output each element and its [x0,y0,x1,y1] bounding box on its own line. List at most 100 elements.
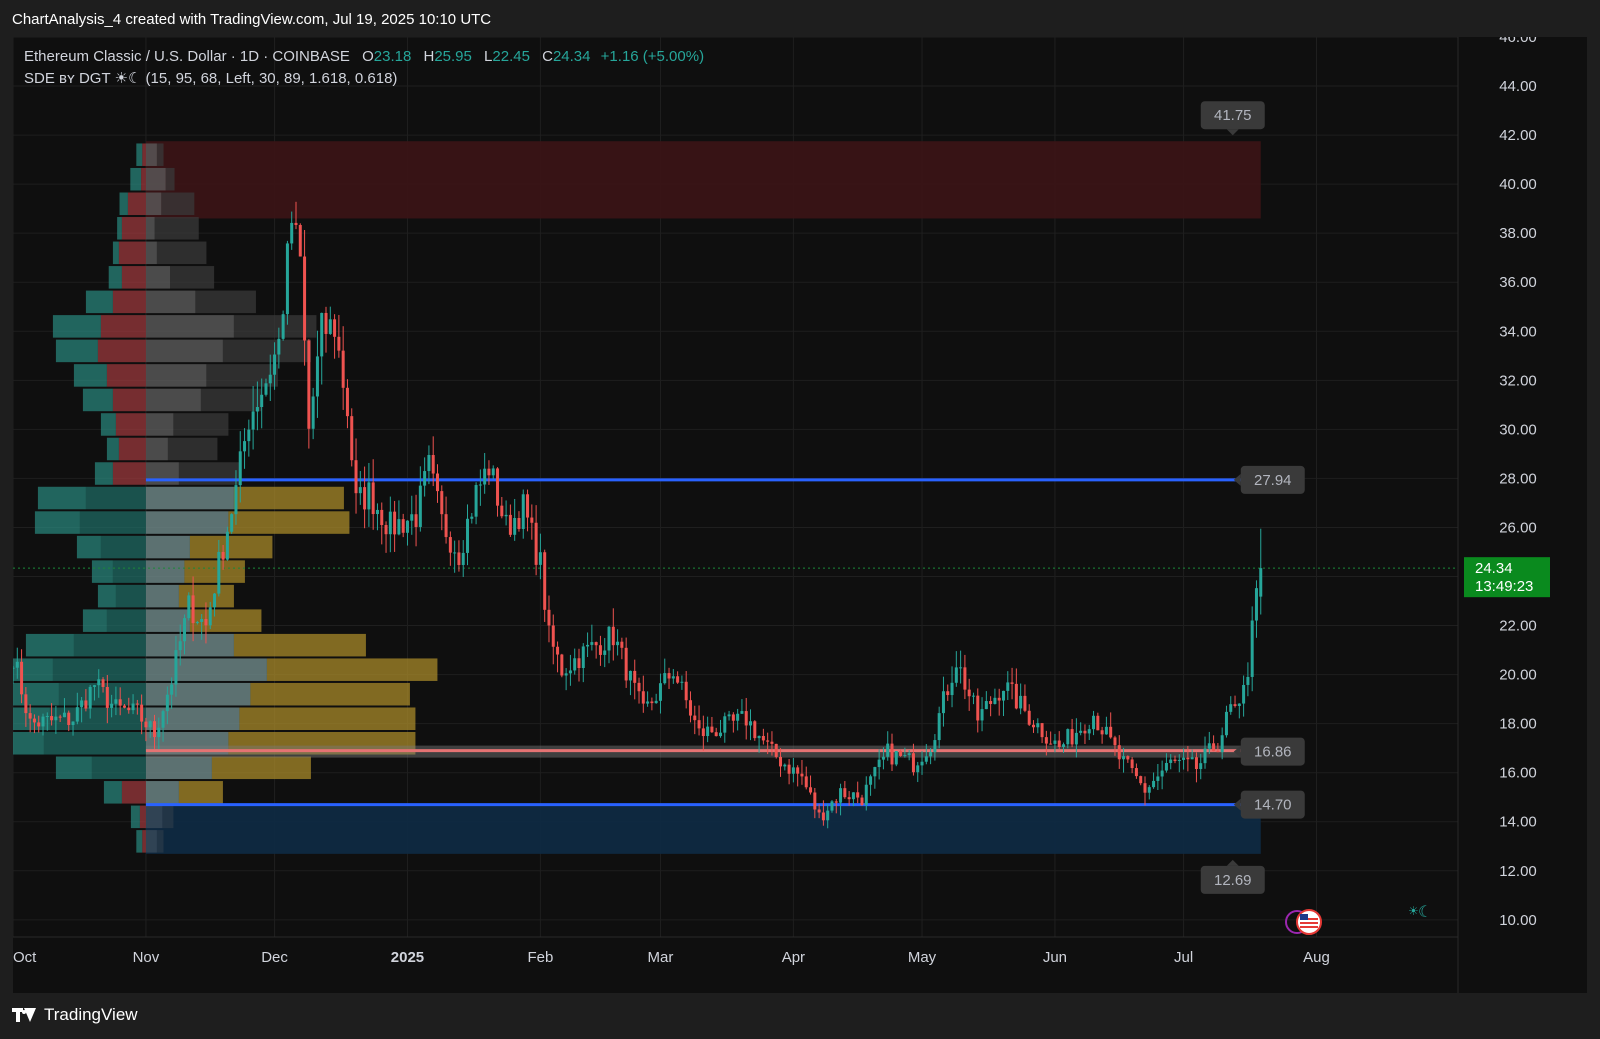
indicator-label[interactable]: SDE ʙʏ DGT ☀☾ (15, 95, 68, Left, 30, 89,… [24,70,397,87]
candle-body [513,518,517,535]
symbol-label[interactable]: Ethereum Classic / U.S. Dollar · 1D · CO… [24,48,350,65]
profile-left-down [79,511,146,534]
candle-body [1079,730,1083,733]
candle [405,520,409,546]
candle [894,750,898,767]
candle [500,496,504,519]
profile-bar-down [178,781,223,804]
candle [980,697,984,732]
candle [1040,722,1044,744]
candle-body [753,721,757,739]
candle-body [1246,676,1250,685]
candle [247,419,251,457]
candle-body [620,641,624,648]
current-price-badge[interactable]: 24.3413:49:23 [1464,557,1550,598]
candle [491,465,495,480]
close-value: 24.34 [552,48,591,65]
y-tick-label: 20.00 [1499,667,1537,684]
profile-left-down [43,732,146,755]
candle [654,693,658,704]
profile-left-down [100,535,146,559]
candle [736,708,740,731]
x-tick-label: Apr [782,949,805,966]
candle [809,775,813,795]
candle-body [984,701,988,710]
candle-body [375,509,379,515]
candle-body [916,765,920,773]
indicator-row[interactable]: SDE ʙʏ DGT ☀☾ (15, 95, 68, Left, 30, 89,… [24,68,704,90]
candle [611,608,615,661]
candle [311,387,315,440]
candle [367,462,371,527]
candle-body [826,810,830,821]
candle-body [32,718,36,723]
profile-bar-up [145,388,201,412]
economic-event-icon[interactable] [1285,909,1322,935]
candle-body [766,740,770,742]
candle [963,654,967,700]
candle [967,678,971,711]
candle [971,692,975,705]
candle [496,467,500,517]
profile-left-down [112,560,146,583]
candle-body [427,455,431,472]
candle [946,684,950,701]
candle-body [110,703,114,708]
candle-body [907,753,911,756]
candle-body [350,416,354,461]
candle-body [1139,776,1143,784]
candle-body [869,776,873,785]
profile-bar-down [156,143,164,166]
candle-body [697,720,701,729]
candle-body [976,695,980,721]
candle [1032,720,1036,733]
candle-body [88,686,92,709]
profile-bar-up [145,805,163,829]
candle-body [611,626,615,646]
profile-left-down [121,217,146,240]
candle [1126,755,1130,763]
profile-bar-down [156,830,164,853]
profile-left-down [52,658,146,681]
tradingview-logo[interactable]: TradingView [12,1005,138,1025]
profile-left-up [112,241,119,265]
candle [530,504,534,540]
candle [624,637,628,688]
candle [526,489,530,532]
chart-area[interactable]: 10.0012.0014.0016.0018.0020.0022.0024.00… [13,37,1587,993]
candle [603,638,607,668]
candle [333,314,337,359]
candle-body [967,689,971,697]
candle-body [688,700,692,716]
candle-body [500,505,504,517]
candle [1087,724,1091,740]
candle-body [174,650,178,685]
candle-body [380,509,384,526]
candle [667,667,671,689]
level-badge-16.86: 16.86 [1233,737,1305,766]
profile-bar-up [145,830,157,853]
profile-bar-down [156,241,207,265]
candle-body [273,354,277,375]
candle-body [954,667,958,683]
y-tick-label: 36.00 [1499,274,1537,291]
price-chart[interactable]: 10.0012.0014.0016.0018.0020.0022.0024.00… [13,37,1587,993]
candle [993,688,997,705]
candle-body [628,670,632,681]
candle-body [337,336,341,351]
candle-body [1207,743,1211,749]
candle-body [1062,744,1066,748]
profile-bar-up [145,781,179,804]
candle [225,526,229,561]
candle-body [710,726,714,733]
candle-body [508,514,512,535]
candle-body [881,756,885,760]
profile-bar-down [154,217,199,240]
candle-body [1194,757,1198,770]
low-value: 22.45 [492,48,530,65]
candle-body [646,701,650,704]
profile-bar-up [145,682,251,706]
level-badge-41.75: 41.75 [1200,101,1265,136]
candle-body [457,552,461,565]
candle [423,457,427,497]
